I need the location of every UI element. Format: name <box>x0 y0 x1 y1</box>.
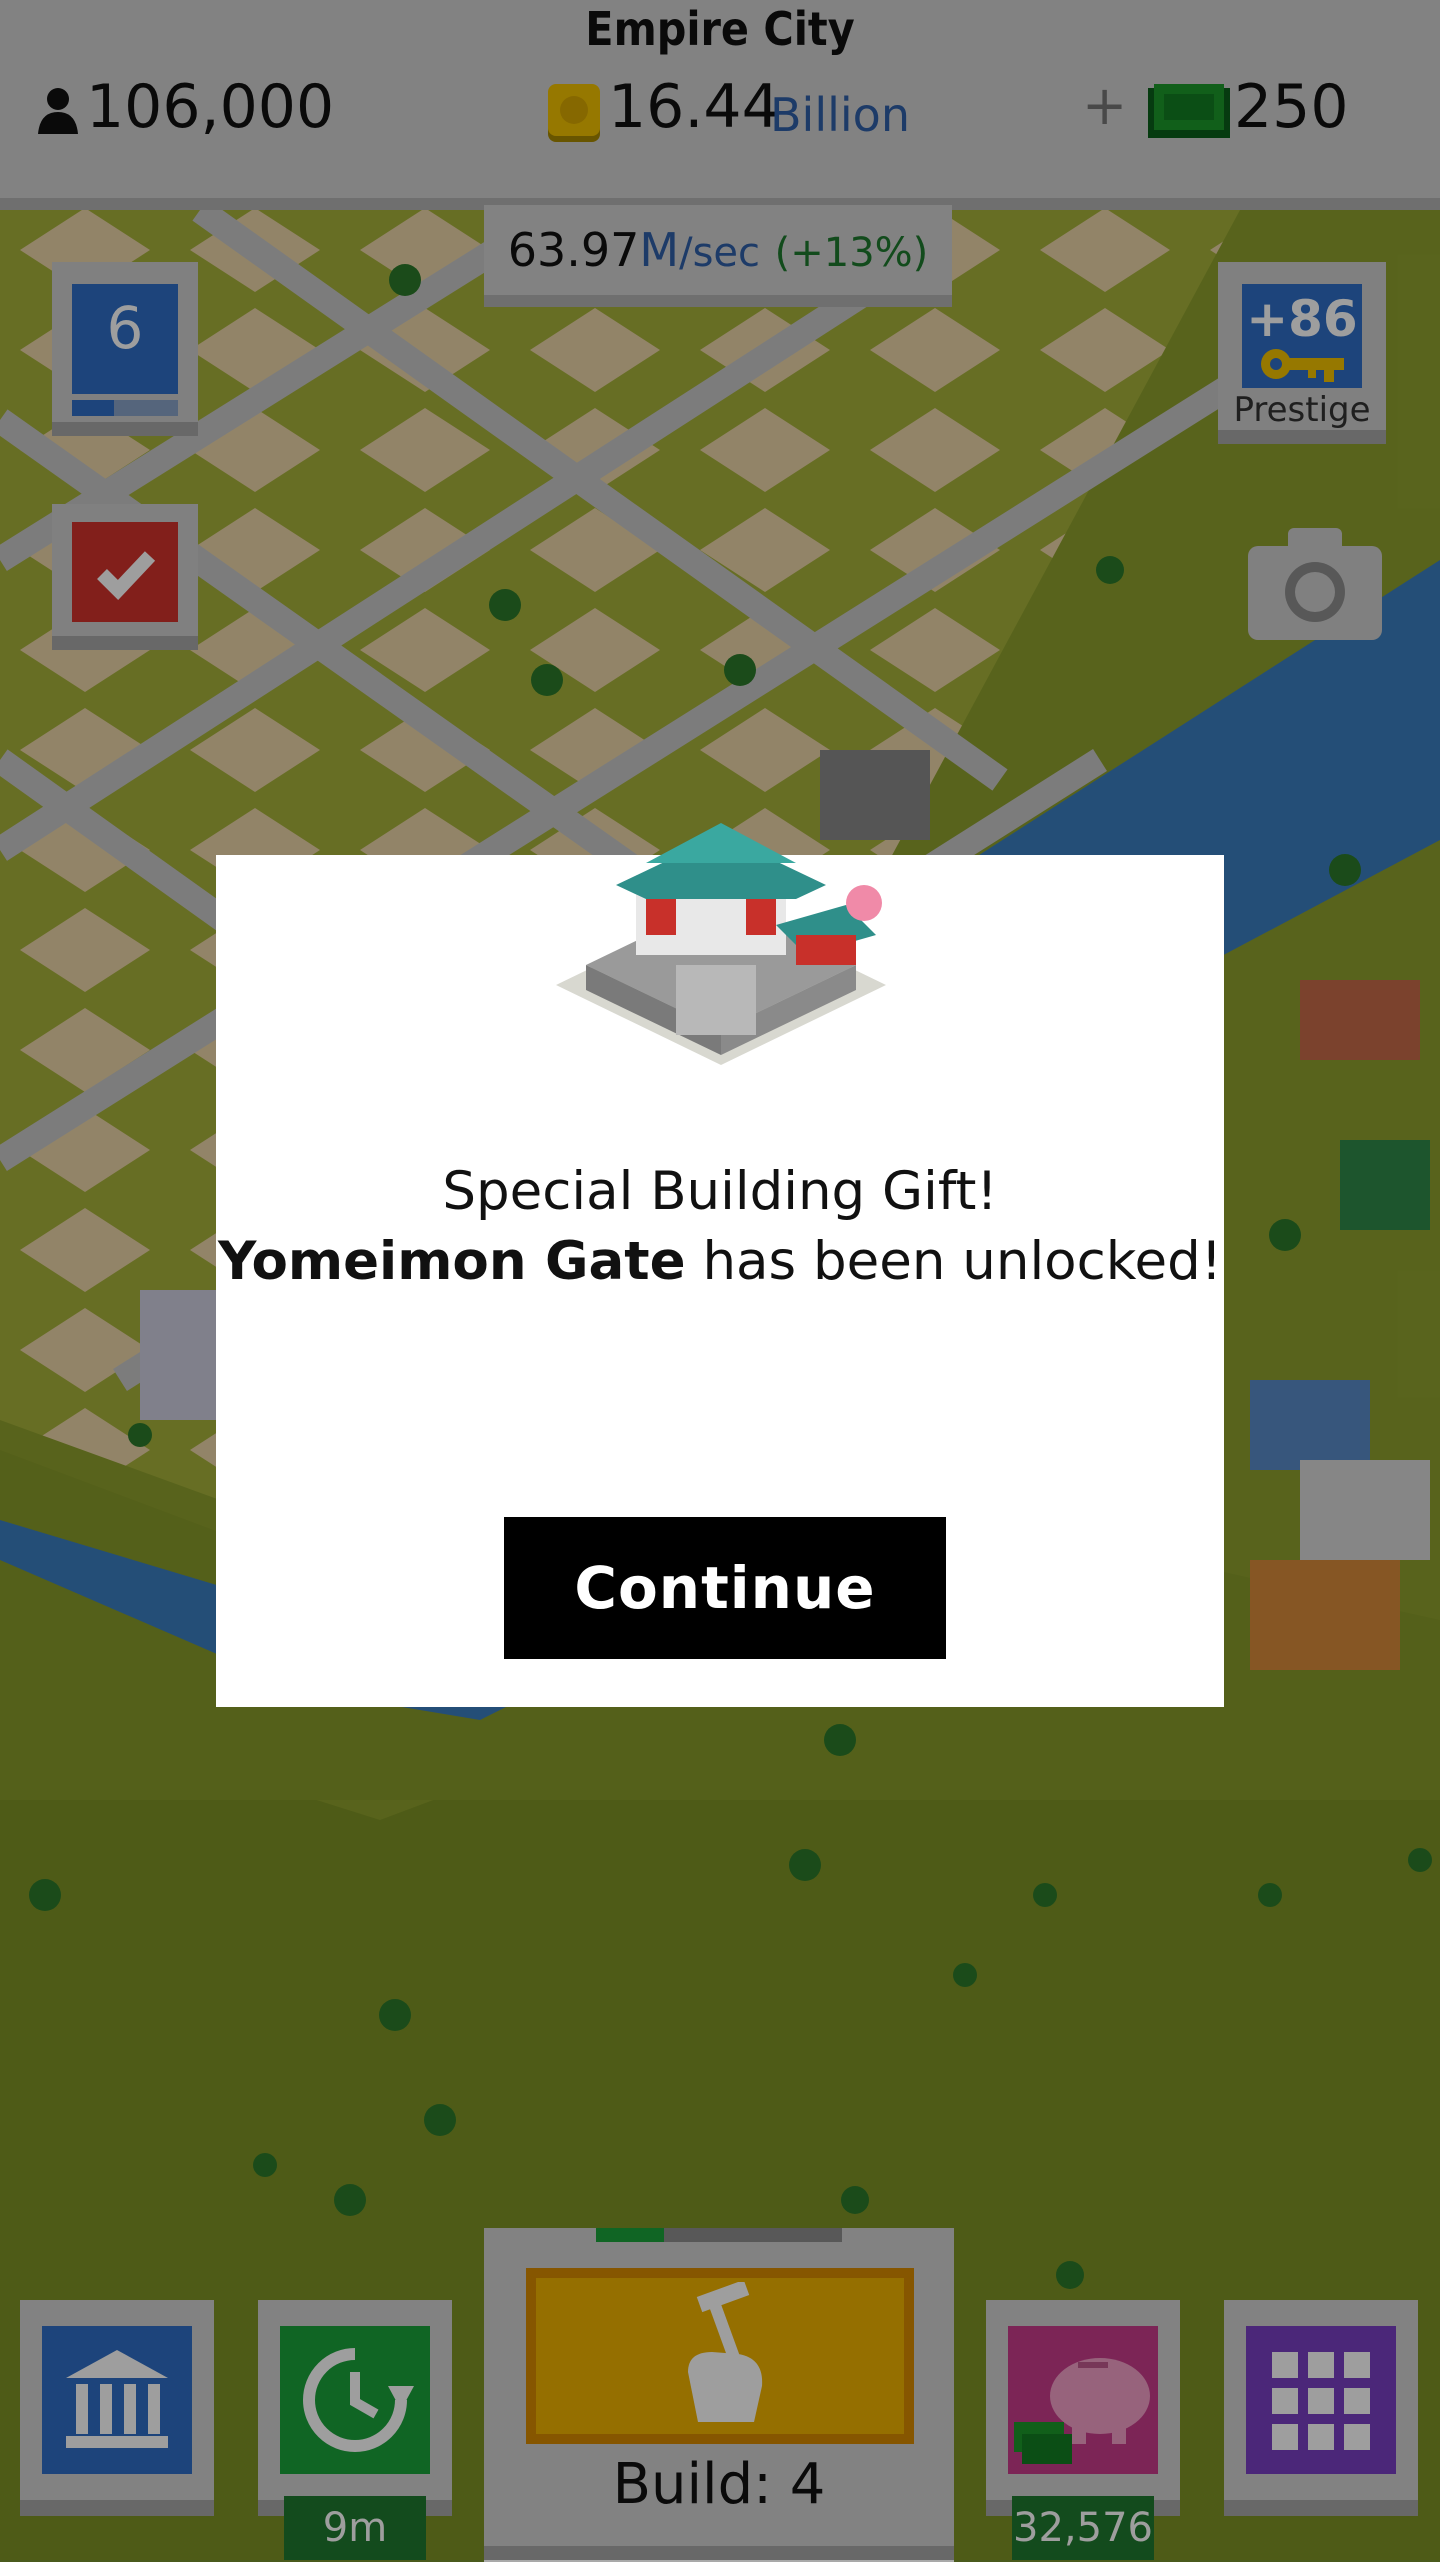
continue-button[interactable]: Continue <box>504 1517 946 1659</box>
building-name: Yomeimon Gate <box>217 1231 686 1292</box>
gift-message-suffix: has been unlocked! <box>702 1231 1223 1292</box>
gift-title: Special Building Gift! <box>442 1161 998 1222</box>
yomeimon-gate-image <box>556 823 886 1065</box>
gift-dialog: Special Building Gift! Yomeimon Gate has… <box>216 823 1224 1707</box>
gift-message: Yomeimon Gate has been unlocked! <box>216 1231 1224 1292</box>
